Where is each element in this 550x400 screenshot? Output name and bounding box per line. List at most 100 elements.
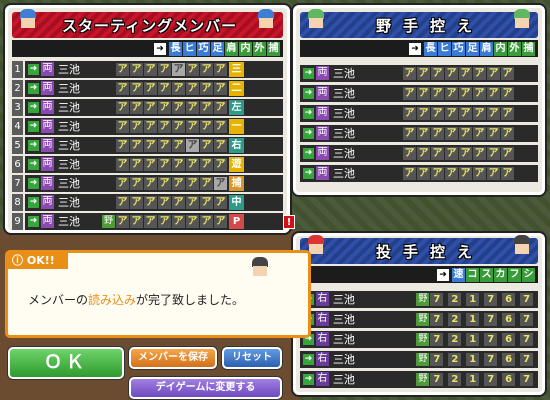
save-members-button[interactable]: メンバーを保存	[129, 347, 217, 369]
pitch-grade: 6	[502, 292, 516, 306]
position-badge[interactable]: 捕	[229, 175, 244, 191]
ability-grade: ア	[487, 146, 500, 160]
ok-button[interactable]: ＯＫ	[8, 347, 124, 379]
pitch-grade: 1	[466, 352, 480, 366]
pitcher-row-body[interactable]: ➜右三池野721767	[300, 370, 538, 388]
lineup-row[interactable]: 6 ➜ 両三池アアアアアアアア遊	[12, 155, 283, 173]
ability-grade: ア	[200, 138, 213, 152]
lineup-row[interactable]: 4 ➜ 両三池アアアアアアアア一	[12, 117, 283, 135]
position-badge[interactable]: 左	[229, 99, 244, 115]
ability-grade: ア	[487, 166, 500, 180]
lineup-row[interactable]: 9 ➜ 両三池野アアアアアアアア P	[12, 212, 283, 230]
bench-row[interactable]: ➜ 両三池アアアアアアアア	[300, 144, 538, 162]
pitcher-row[interactable]: ➜右三池野721767	[300, 370, 538, 388]
ability-grade: ア	[144, 119, 157, 133]
pitcher-row-body[interactable]: ➜右三池野721767	[300, 330, 538, 348]
position-badge[interactable]: 三	[229, 61, 244, 77]
bench-row-body[interactable]: ➜ 両三池アアアアアアアア	[300, 144, 538, 162]
position-badge[interactable]: 遊	[229, 156, 244, 172]
lineup-row[interactable]: 1 ➜ 両三池アアアアアアアア三	[12, 60, 283, 78]
pitcher-row[interactable]: ➜右三池野721767	[300, 330, 538, 348]
pitch-grade: 7	[430, 372, 444, 386]
ability-grade: ア	[130, 62, 143, 76]
ability-grade: ア	[501, 106, 514, 120]
swap-arrow-icon[interactable]: ➜	[28, 215, 39, 227]
position-badge[interactable]: P	[229, 213, 244, 229]
pitcher-row-body[interactable]: ➜右三池野721767	[300, 290, 538, 308]
ability-grade: ア	[459, 106, 472, 120]
lineup-row-body[interactable]: ➜ 両三池アアアアアアアア左	[25, 98, 283, 116]
bench-row-body[interactable]: ➜ 両三池アアアアアアアア	[300, 84, 538, 102]
bench-row[interactable]: ➜ 両三池アアアアアアアア	[300, 164, 538, 182]
bench-row-body[interactable]: ➜ 両三池アアアアアアアア	[300, 104, 538, 122]
info-icon: ⓘ	[12, 254, 23, 267]
swap-arrow-icon[interactable]: ➜	[303, 67, 314, 79]
ability-grade: ア	[116, 138, 129, 152]
batting-hand-badge: 両	[316, 146, 329, 160]
bench-row-body[interactable]: ➜ 両三池アアアアアアアア	[300, 124, 538, 142]
lineup-row-body[interactable]: ➜ 両三池アアアアアアアア三	[25, 60, 283, 78]
swap-arrow-icon[interactable]: ➜	[28, 196, 39, 208]
lineup-row-body[interactable]: ➜ 両三池アアアアアアアア右	[25, 136, 283, 154]
throwing-hand-badge: 右	[315, 332, 329, 346]
lineup-row-body[interactable]: ➜ 両三池アアアアアアアア中	[25, 193, 283, 211]
swap-arrow-icon[interactable]: ➜	[303, 353, 314, 365]
lineup-row-body[interactable]: ➜ 両三池アアアアアアアア遊	[25, 155, 283, 173]
bench-row[interactable]: ➜ 両三池アアアアアアアア	[300, 84, 538, 102]
lineup-row[interactable]: 3 ➜ 両三池アアアアアアアア左	[12, 98, 283, 116]
lineup-row-body[interactable]: ➜ 両三池野アアアアアアアア P	[25, 212, 283, 230]
lineup-row-body[interactable]: ➜ 両三池アアアアアアアア二	[25, 79, 283, 97]
lineup-row[interactable]: 2 ➜ 両三池アアアアアアアア二	[12, 79, 283, 97]
swap-arrow-icon[interactable]: ➜	[303, 147, 314, 159]
batting-order: 3	[12, 98, 23, 116]
ability-grade: ア	[172, 119, 185, 133]
bench-row-body[interactable]: ➜ 両三池アアアアアアアア	[300, 64, 538, 82]
position-badge[interactable]: 二	[229, 80, 244, 96]
swap-arrow-icon[interactable]: ➜	[28, 177, 39, 189]
swap-arrow-icon[interactable]: ➜	[28, 139, 39, 151]
swap-arrow-icon[interactable]: ➜	[28, 120, 39, 132]
batting-hand-badge: 両	[41, 138, 54, 152]
swap-arrow-icon[interactable]: ➜	[303, 127, 314, 139]
bench-row[interactable]: ➜ 両三池アアアアアアアア	[300, 124, 538, 142]
swap-arrow-icon[interactable]: ➜	[28, 158, 39, 170]
reset-button[interactable]: リセット	[222, 347, 282, 369]
position-badge[interactable]: 一	[229, 118, 244, 134]
header-cell: ヒ	[183, 41, 196, 56]
ability-grade: ア	[186, 214, 199, 228]
lineup-row[interactable]: 8 ➜ 両三池アアアアアアアア中	[12, 193, 283, 211]
lineup-row-body[interactable]: ➜ 両三池アアアアアアアア一	[25, 117, 283, 135]
pitch-grade: 7	[520, 332, 534, 346]
position-badge[interactable]: 右	[229, 137, 244, 153]
swap-arrow-icon[interactable]: ➜	[303, 167, 314, 179]
lineup-row[interactable]: 5 ➜ 両三池アアアアアアアア右	[12, 136, 283, 154]
message-box: ⓘ OK!! メンバーの読み込みが完了致しました。	[5, 250, 311, 338]
pitcher-row-body[interactable]: ➜右三池野721767	[300, 350, 538, 368]
swap-arrow-icon[interactable]: ➜	[303, 107, 314, 119]
swap-arrow-icon[interactable]: ➜	[303, 87, 314, 99]
bench-row[interactable]: ➜ 両三池アアアアアアアア	[300, 64, 538, 82]
bench-row[interactable]: ➜ 両三池アアアアアアアア	[300, 104, 538, 122]
day-game-button[interactable]: デイゲームに変更する	[129, 377, 282, 399]
lineup-row-body[interactable]: ➜ 両三池アアアアアアアア捕	[25, 174, 283, 192]
bench-row-body[interactable]: ➜ 両三池アアアアアアアア	[300, 164, 538, 182]
ability-grade: ア	[417, 86, 430, 100]
swap-arrow-icon[interactable]: ➜	[303, 373, 314, 385]
batting-hand-badge: 両	[316, 66, 329, 80]
pitcher-row[interactable]: ➜右三池野721767	[300, 350, 538, 368]
warning-icon[interactable]: !	[283, 215, 295, 229]
position-badge[interactable]: 中	[229, 194, 244, 210]
swap-arrow-icon[interactable]: ➜	[28, 101, 39, 113]
pitchers-bench-panel: 投手控え ➜速コスカフシ ➜右三池野721767➜右三池野721767➜右三池野…	[293, 233, 545, 395]
swap-arrow-icon[interactable]: ➜	[28, 63, 39, 75]
swap-arrow-icon[interactable]: ➜	[28, 82, 39, 94]
ability-grade: ア	[403, 106, 416, 120]
pitch-grade: 1	[466, 292, 480, 306]
pitcher-row-body[interactable]: ➜右三池野721767	[300, 310, 538, 328]
lineup-row[interactable]: 7 ➜ 両三池アアアアアアアア捕	[12, 174, 283, 192]
batting-hand-badge: 両	[41, 81, 54, 95]
batting-hand-badge: 両	[41, 157, 54, 171]
pitcher-row[interactable]: ➜右三池野721767	[300, 290, 538, 308]
ability-grade: ア	[158, 195, 171, 209]
pitcher-row[interactable]: ➜右三池野721767	[300, 310, 538, 328]
